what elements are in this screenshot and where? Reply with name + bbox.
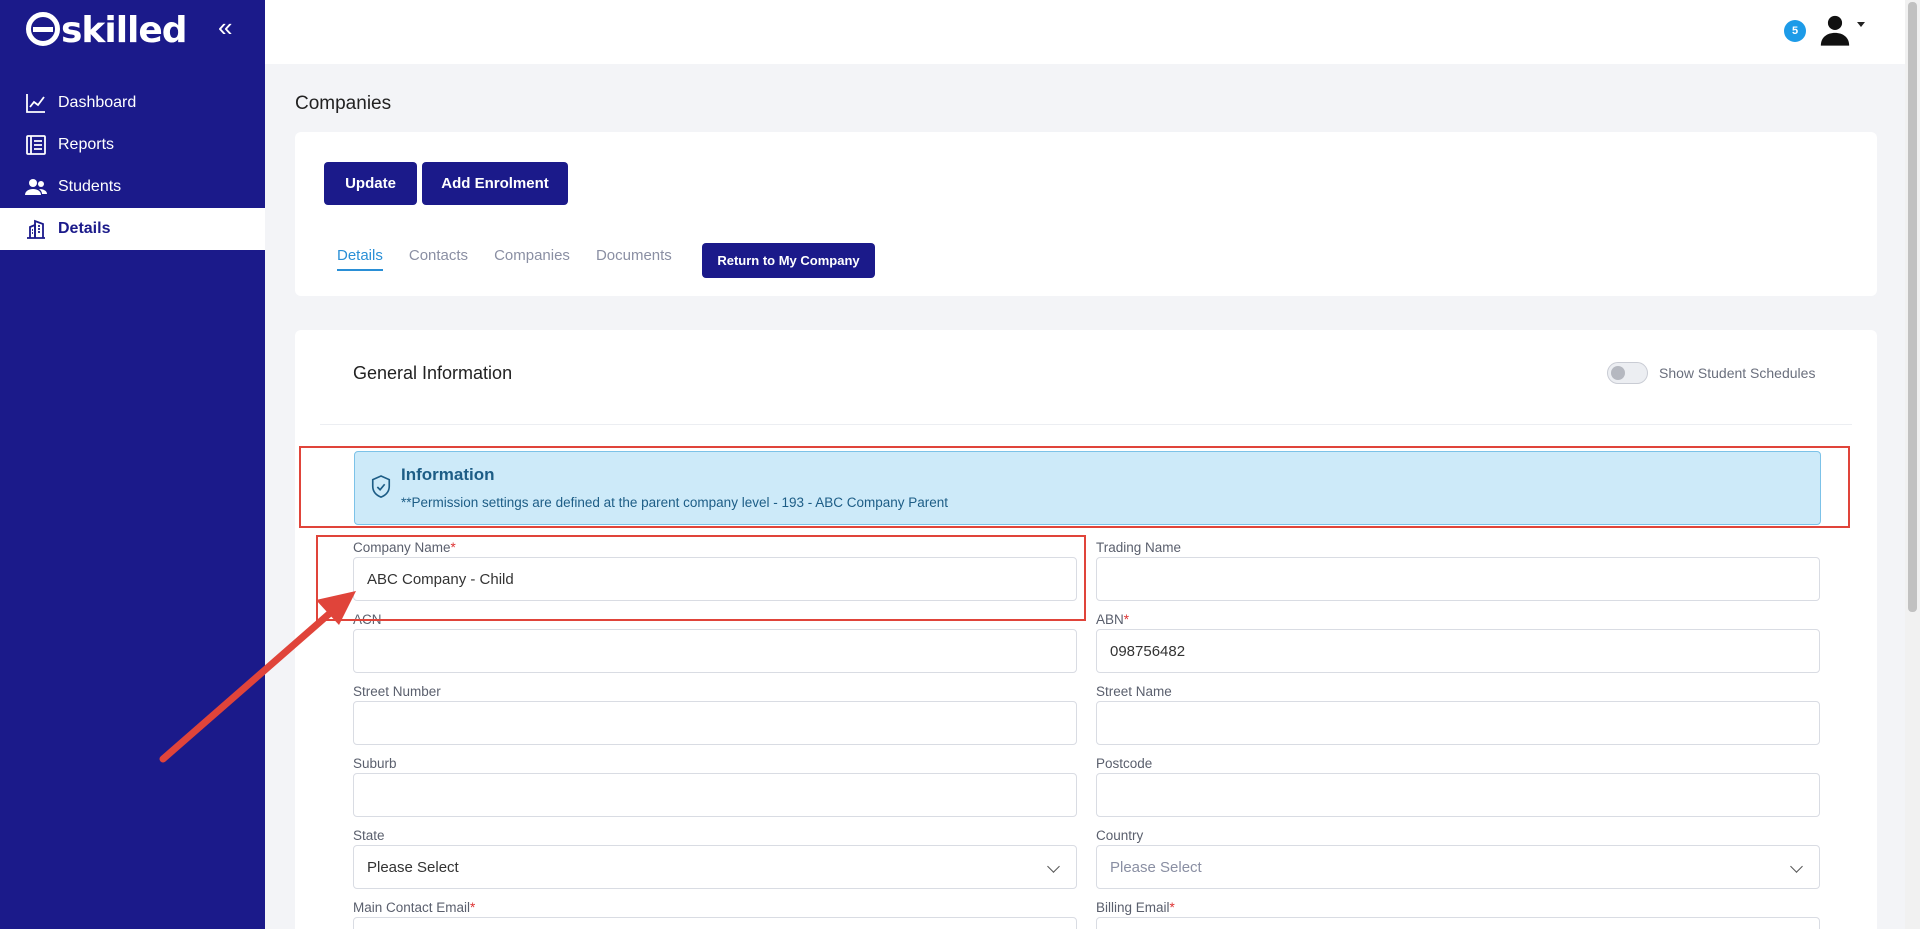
actions-card: Update Add Enrolment Details Contacts Co… xyxy=(295,132,1877,296)
sidebar-item-reports[interactable]: Reports xyxy=(0,124,265,166)
street-name-input[interactable] xyxy=(1096,701,1820,745)
postcode-label: Postcode xyxy=(1096,756,1153,771)
sidebar-item-dashboard[interactable]: Dashboard xyxy=(0,82,265,124)
show-student-schedules-toggle[interactable] xyxy=(1607,362,1648,384)
street-number-label: Street Number xyxy=(353,684,441,699)
top-bar xyxy=(265,0,1905,64)
annotation-highlight-box xyxy=(299,446,1850,528)
acn-input[interactable] xyxy=(353,629,1077,673)
notification-badge[interactable]: 5 xyxy=(1784,20,1806,42)
sidebar-item-students[interactable]: Students xyxy=(0,166,265,208)
trading-name-label: Trading Name xyxy=(1096,540,1182,555)
page-scrollbar[interactable] xyxy=(1905,0,1920,929)
caret-down-icon[interactable] xyxy=(1857,22,1865,27)
country-select[interactable]: Please Select xyxy=(1096,845,1820,889)
required-marker: * xyxy=(1123,612,1130,627)
toggle-label: Show Student Schedules xyxy=(1659,365,1816,381)
label-text: Main Contact Email xyxy=(353,900,471,915)
chevron-down-icon xyxy=(1047,860,1060,873)
country-selected-value: Please Select xyxy=(1110,858,1202,876)
user-icon[interactable] xyxy=(1818,13,1852,47)
street-name-label: Street Name xyxy=(1096,684,1172,699)
label-text: Billing Email xyxy=(1096,900,1170,915)
label-text: ABN xyxy=(1096,612,1124,627)
double-chevron-left-icon[interactable]: « xyxy=(218,14,232,40)
street-number-input[interactable] xyxy=(353,701,1077,745)
sidebar-item-label: Dashboard xyxy=(58,94,137,111)
sidebar-item-label: Reports xyxy=(58,136,115,153)
postcode-input[interactable] xyxy=(1096,773,1820,817)
suburb-input[interactable] xyxy=(353,773,1077,817)
abn-input[interactable]: 098756482 xyxy=(1096,629,1820,673)
divider xyxy=(320,424,1852,425)
logo-e-mark xyxy=(26,12,60,46)
state-selected-value: Please Select xyxy=(367,858,459,876)
tab-contacts[interactable]: Contacts xyxy=(409,241,468,271)
billing-email-input[interactable] xyxy=(1096,917,1820,929)
tab-documents[interactable]: Documents xyxy=(596,241,672,271)
main-contact-email-input[interactable] xyxy=(353,917,1077,929)
required-marker: * xyxy=(470,900,476,915)
sidebar-nav: Dashboard Reports Students Details xyxy=(0,82,265,250)
sidebar-item-label: Students xyxy=(58,178,122,195)
toggle-knob xyxy=(1611,366,1625,380)
page-title: Companies xyxy=(295,93,392,114)
annotation-highlight-box xyxy=(316,535,1086,621)
scroll-thumb[interactable] xyxy=(1908,2,1917,612)
sidebar: skilled « Dashboard Reports Students Det… xyxy=(0,0,265,929)
state-select[interactable]: Please Select xyxy=(353,845,1077,889)
main-contact-email-label: Main Contact Email* xyxy=(353,900,475,915)
trading-name-input[interactable] xyxy=(1096,557,1820,601)
building-icon xyxy=(27,219,45,239)
logo-text: skilled xyxy=(61,10,188,51)
tab-bar: Details Contacts Companies Documents xyxy=(337,241,698,271)
state-label: State xyxy=(353,828,385,843)
suburb-label: Suburb xyxy=(353,756,397,771)
report-icon xyxy=(26,135,46,155)
chart-line-icon xyxy=(26,94,45,113)
billing-email-label: Billing Email* xyxy=(1096,900,1175,915)
tab-companies[interactable]: Companies xyxy=(494,241,570,271)
abn-label: ABN* xyxy=(1096,612,1129,627)
required-marker: * xyxy=(1169,900,1175,915)
chevron-down-icon xyxy=(1790,860,1803,873)
sidebar-item-label: Details xyxy=(58,220,111,237)
section-title: General Information xyxy=(353,363,513,383)
country-label: Country xyxy=(1096,828,1144,843)
return-to-my-company-button[interactable]: Return to My Company xyxy=(702,243,875,278)
users-icon xyxy=(25,179,47,195)
eskilled-logo[interactable]: skilled xyxy=(26,10,188,51)
general-information-card: General Information Show Student Schedul… xyxy=(295,330,1877,929)
sidebar-item-details[interactable]: Details xyxy=(0,208,265,250)
tab-details[interactable]: Details xyxy=(337,241,383,271)
add-enrolment-button[interactable]: Add Enrolment xyxy=(422,162,568,205)
update-button[interactable]: Update xyxy=(324,162,417,205)
